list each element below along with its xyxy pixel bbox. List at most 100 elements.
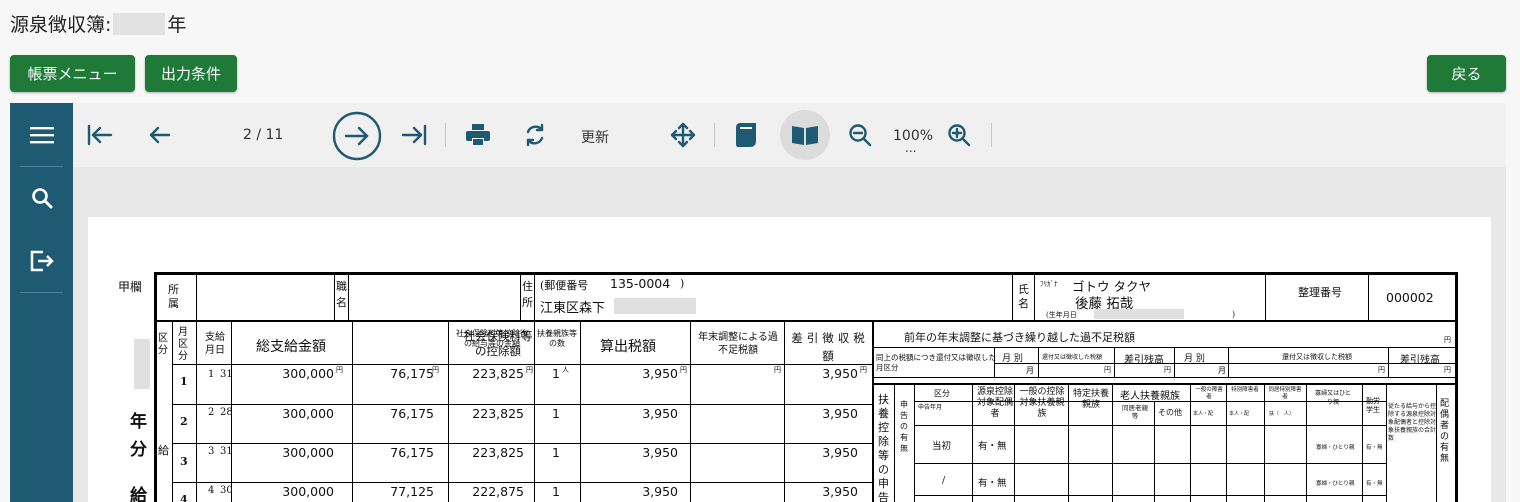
row-2-total: 300,000 [282,406,334,421]
cohabit-col: 同居老親等 [1122,404,1148,420]
yes-no-initial: 有・無 [978,441,1007,452]
row-2-social: 76,175 [390,406,434,421]
print-icon[interactable] [455,112,501,158]
spouse-presence: 配偶者の有無 [1440,399,1450,464]
row-4-social: 77,125 [390,484,434,499]
row-1-after: 223,825 [472,366,524,381]
ref-value: 000002 [1386,290,1434,305]
output-conditions-button[interactable]: 出力条件 [145,55,237,92]
first-page-icon[interactable] [77,112,123,158]
refund-col-label-2: 還付又は徴収した税額 [1282,353,1352,361]
address-value: 江東区森下 [540,301,606,316]
birth-suffix: ) [1232,310,1236,319]
general-disabled-col: 一般の障害者 [1195,387,1223,400]
side-char-3: 給 [130,486,147,502]
exit-icon[interactable] [10,229,73,292]
zoom-in-icon[interactable] [936,112,982,158]
row-3-total: 300,000 [282,445,334,460]
refresh-label[interactable]: 更新 [581,127,609,147]
month-unit: 月 [1218,366,1226,375]
refresh-icon[interactable] [512,112,558,158]
prev-page-icon[interactable] [137,112,183,158]
principal-short-1: 本人・配 [1193,411,1214,417]
viewer-sidebar [10,103,73,502]
deduction-note: 従たる給与から控除する源泉控除対象配偶者と控除対象扶養親族の合計数 [1388,403,1437,442]
student-col: 勤労学生 [1366,397,1380,414]
yen-mark: 円 [1444,366,1451,374]
widow-small-1: 寡婦・ひとり親 [1316,445,1355,451]
spouse-col: 源泉控除対象配偶者 [976,387,1013,419]
slash-label: / [942,475,946,486]
address-label: 住所 [522,280,533,309]
yen-mark: 円 [336,366,343,374]
yen-mark: 円 [774,366,781,374]
row-3-month: 3 [208,446,215,457]
single-page-icon[interactable] [724,112,770,158]
last-page-icon[interactable] [391,112,437,158]
row-1-deps: 1 [552,366,560,381]
kou-label: 甲欄 [118,280,143,294]
calc-tax-header: 算出税額 [600,339,656,355]
row-4-total: 300,000 [282,484,334,499]
cohabit-disabled-col: 同居特別障害者 [1268,387,1302,400]
yen-mark: 円 [1444,336,1451,344]
widow-small-2: 寡婦・ひとり親 [1316,481,1355,487]
yes-no-small-1: 有・無 [1366,445,1383,451]
yen-mark: 円 [1378,366,1385,374]
specific-col: 特定扶養親族 [1072,389,1109,410]
declaration-presence: 申告の有無 [900,400,908,453]
report-menu-button[interactable]: 帳票メニュー [10,55,135,92]
page-title-suffix: 年 [167,14,187,36]
year-end-header: 年末調整による過不足税額 [698,332,778,356]
row-1-withheld: 3,950 [822,366,858,381]
row-1-month: 1 [208,369,215,380]
row-3-day: 31 [220,446,233,457]
birth-label: (生年月日 [1046,311,1077,319]
row-2-after: 223,825 [472,406,524,421]
back-button[interactable]: 戻る [1427,55,1506,92]
zoom-out-icon[interactable] [837,112,883,158]
page-title-prefix: 源泉徴収簿: [10,14,112,36]
yes-no-small-2: 有・無 [1366,481,1383,487]
month-unit: 月 [1026,366,1034,375]
total-pay-header: 総支給金額 [256,339,326,355]
yen-mark: 円 [860,366,867,374]
refund-col-label: 還付又は徴収した税額 [1042,354,1103,361]
yen-mark: 円 [680,366,687,374]
report-page: 甲欄 所属 職名 住所 (郵便番号 135-0004 ) 江東区森下 氏名 ﾌﾘ… [88,217,1491,502]
job-label: 職名 [336,280,347,309]
row-4-month: 4 [208,485,215,496]
yen-mark: 円 [1104,366,1111,374]
after-social-header: 社会保険料等控除後の給与等の金額 [456,329,528,348]
page-indicator[interactable]: 2 / 11 [243,127,283,143]
row-1-tax: 3,950 [642,366,678,381]
ref-label: 整理番号 [1298,286,1342,299]
search-icon[interactable] [10,166,73,229]
row-3-deps: 1 [552,445,560,460]
report-viewer: 2 / 11 更新 100% ... 甲欄 所属 職名 住所 (郵便番号 135… [10,103,1506,502]
book-icon[interactable] [780,110,830,160]
row-3-withheld: 3,950 [822,445,858,460]
row-2-month: 2 [208,407,215,418]
family-short: 扶（ 人） [1269,411,1295,417]
shinkoku-month: 申告年月 [918,404,943,411]
zoom-more[interactable]: ... [905,141,916,155]
row-2-tax: 3,950 [642,406,678,421]
row-1-day: 31 [220,369,233,380]
move-icon[interactable] [660,112,706,158]
menu-icon[interactable] [10,103,73,166]
postal-code: 135-0004 [610,276,671,291]
principal-short-2: 本人・配 [1229,411,1250,417]
postal-prefix: (郵便番号 [540,279,589,292]
row-1-total: 300,000 [282,366,334,381]
carryover-title: 前年の年末調整に基づき繰り越した過不足税額 [904,331,1135,344]
withholding-header: 差引徴収税額 [791,331,869,363]
side-char-2: 分 [130,440,147,460]
side-char-1: 年 [130,412,147,432]
next-page-icon[interactable] [332,111,382,161]
row-2-no: 2 [180,415,188,428]
row-3-after: 223,825 [472,445,524,460]
yen-mark: 円 [526,366,533,374]
name-label: 氏名 [1018,283,1029,310]
row-2-day: 28 [220,407,233,418]
